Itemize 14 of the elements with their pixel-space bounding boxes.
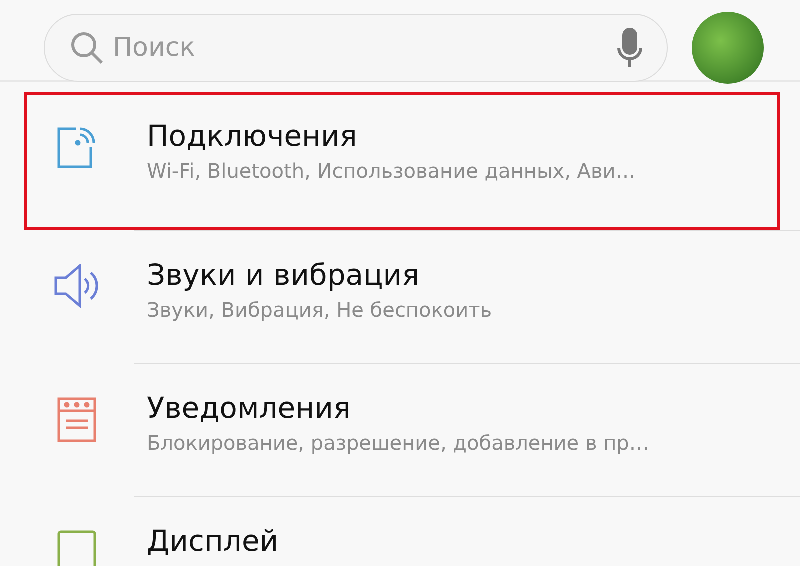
microphone-icon[interactable]	[617, 28, 643, 68]
item-title: Звуки и вибрация	[147, 258, 421, 292]
search-placeholder: Поиск	[113, 33, 196, 63]
item-subtitle: Wi-Fi, Bluetooth, Использование данных, Ави…	[147, 159, 636, 183]
settings-item[interactable]: Уведомления Блокирование, разрешение, добавление в пр…	[24, 364, 780, 496]
item-subtitle: Звуки, Вибрация, Не беспокоить	[147, 298, 492, 322]
item-title: Уведомления	[147, 391, 352, 425]
item-subtitle: Блокирование, разрешение, добавление в пр…	[147, 431, 650, 455]
settings-item[interactable]: Дисплей	[24, 497, 780, 566]
settings-item[interactable]: Звуки и вибрация Звуки, Вибрация, Не беспокоить	[24, 231, 780, 363]
search-icon	[69, 30, 105, 66]
settings-item[interactable]: Подключения Wi-Fi, Bluetooth, Использование данных, Ави…	[24, 92, 780, 230]
item-title: Дисплей	[147, 524, 279, 558]
item-title: Подключения	[147, 119, 358, 153]
